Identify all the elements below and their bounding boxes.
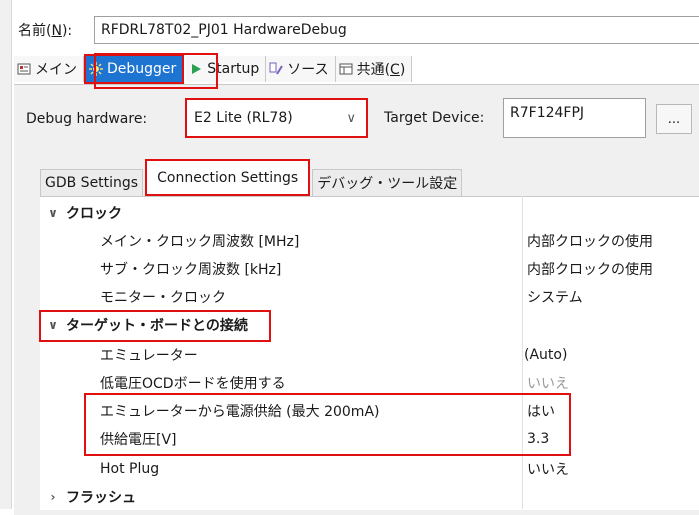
source-icon bbox=[269, 62, 284, 76]
debugger-icon bbox=[89, 62, 103, 76]
common-icon bbox=[339, 62, 353, 76]
tree-category-flash[interactable]: › フラッシュ bbox=[40, 483, 699, 511]
property-tree: ∨ クロック メイン・クロック周波数 [MHz] 内部クロックの使用 サブ・クロッ… bbox=[40, 196, 699, 510]
tree-row[interactable]: Hot Plug いいえ bbox=[40, 455, 699, 483]
tree-category-label: ターゲット・ボードとの接続 bbox=[66, 318, 248, 334]
tree-category-label: フラッシュ bbox=[66, 490, 136, 506]
tree-row[interactable]: 低電圧OCDボードを使用する いいえ bbox=[40, 369, 699, 397]
tab-gdb-settings[interactable]: GDB Settings bbox=[40, 169, 144, 196]
tab-source-label: ソース bbox=[287, 62, 329, 78]
tree-row[interactable]: エミュレーター (Auto) bbox=[40, 341, 699, 369]
tree-category-label: クロック bbox=[66, 206, 122, 222]
tree-row-value[interactable]: (Auto) bbox=[524, 347, 567, 363]
tab-debugger-label: Debugger bbox=[107, 61, 177, 77]
tree-category-clock[interactable]: ∨ クロック bbox=[40, 199, 699, 227]
main-icon bbox=[17, 62, 31, 76]
tree-row[interactable]: エミュレーターから電源供給 (最大 200mA) はい bbox=[40, 397, 699, 425]
config-name-input[interactable]: RFDRL78T02_PJ01 HardwareDebug bbox=[94, 16, 699, 44]
tree-row-value[interactable]: システム bbox=[527, 287, 583, 307]
tab-debug-tool-settings[interactable]: デバッグ・ツール設定 bbox=[312, 169, 463, 196]
target-device-label: Target Device: bbox=[384, 110, 485, 126]
tree-row-value[interactable]: いいえ bbox=[527, 459, 569, 479]
tree-category-target-connection[interactable]: ∨ ターゲット・ボードとの接続 bbox=[40, 311, 699, 339]
tab-main-label: メイン bbox=[35, 62, 77, 78]
tab-common-label: 共通(C) bbox=[356, 62, 406, 78]
tab-debugger[interactable]: Debugger bbox=[83, 54, 185, 84]
name-label: 名前(N): bbox=[18, 23, 73, 39]
startup-icon bbox=[189, 62, 203, 76]
name-row: 名前(N): bbox=[18, 17, 76, 43]
tree-row[interactable]: 供給電圧[V] 3.3 bbox=[40, 425, 699, 453]
tab-connection-settings[interactable]: Connection Settings bbox=[145, 159, 311, 196]
tree-row-value[interactable]: 3.3 bbox=[527, 431, 549, 447]
tree-row-value[interactable]: 内部クロックの使用 bbox=[527, 259, 653, 279]
tree-row[interactable]: サブ・クロック周波数 [kHz] 内部クロックの使用 bbox=[40, 255, 699, 283]
browse-device-button[interactable]: ... bbox=[656, 104, 692, 134]
tab-startup-label: Startup bbox=[207, 61, 260, 77]
column-divider bbox=[522, 196, 523, 509]
tree-row[interactable]: モニター・クロック システム bbox=[40, 283, 699, 311]
tab-startup[interactable]: Startup bbox=[186, 56, 267, 82]
chevron-down-icon[interactable]: ∨ bbox=[46, 318, 60, 332]
tree-row-value[interactable]: いいえ bbox=[527, 373, 569, 393]
debug-hardware-label: Debug hardware: bbox=[26, 111, 148, 127]
tree-row-value[interactable]: はい bbox=[527, 401, 555, 421]
tab-common[interactable]: 共通(C) bbox=[335, 56, 413, 82]
debug-settings-tabs: GDB Settings Connection Settings デバッグ・ツー… bbox=[40, 159, 463, 196]
tree-row[interactable]: メイン・クロック周波数 [MHz] 内部クロックの使用 bbox=[40, 227, 699, 255]
chevron-right-icon[interactable]: › bbox=[46, 490, 60, 504]
debug-hardware-select[interactable]: E2 Lite (RL78) ∨ bbox=[185, 98, 368, 138]
target-device-input[interactable]: R7F124FPJ bbox=[503, 98, 646, 138]
chevron-down-icon[interactable]: ∨ bbox=[46, 206, 60, 220]
left-edge-bar bbox=[0, 0, 12, 509]
tab-source[interactable]: ソース bbox=[266, 56, 336, 82]
tab-main[interactable]: メイン bbox=[14, 56, 84, 82]
tree-row-value[interactable]: 内部クロックの使用 bbox=[527, 231, 653, 251]
debug-hardware-value: E2 Lite (RL78) bbox=[194, 110, 293, 126]
launch-config-tabs: メイン Debugger Startup ソース 共通(C) bbox=[14, 54, 413, 84]
chevron-down-icon: ∨ bbox=[346, 110, 356, 126]
